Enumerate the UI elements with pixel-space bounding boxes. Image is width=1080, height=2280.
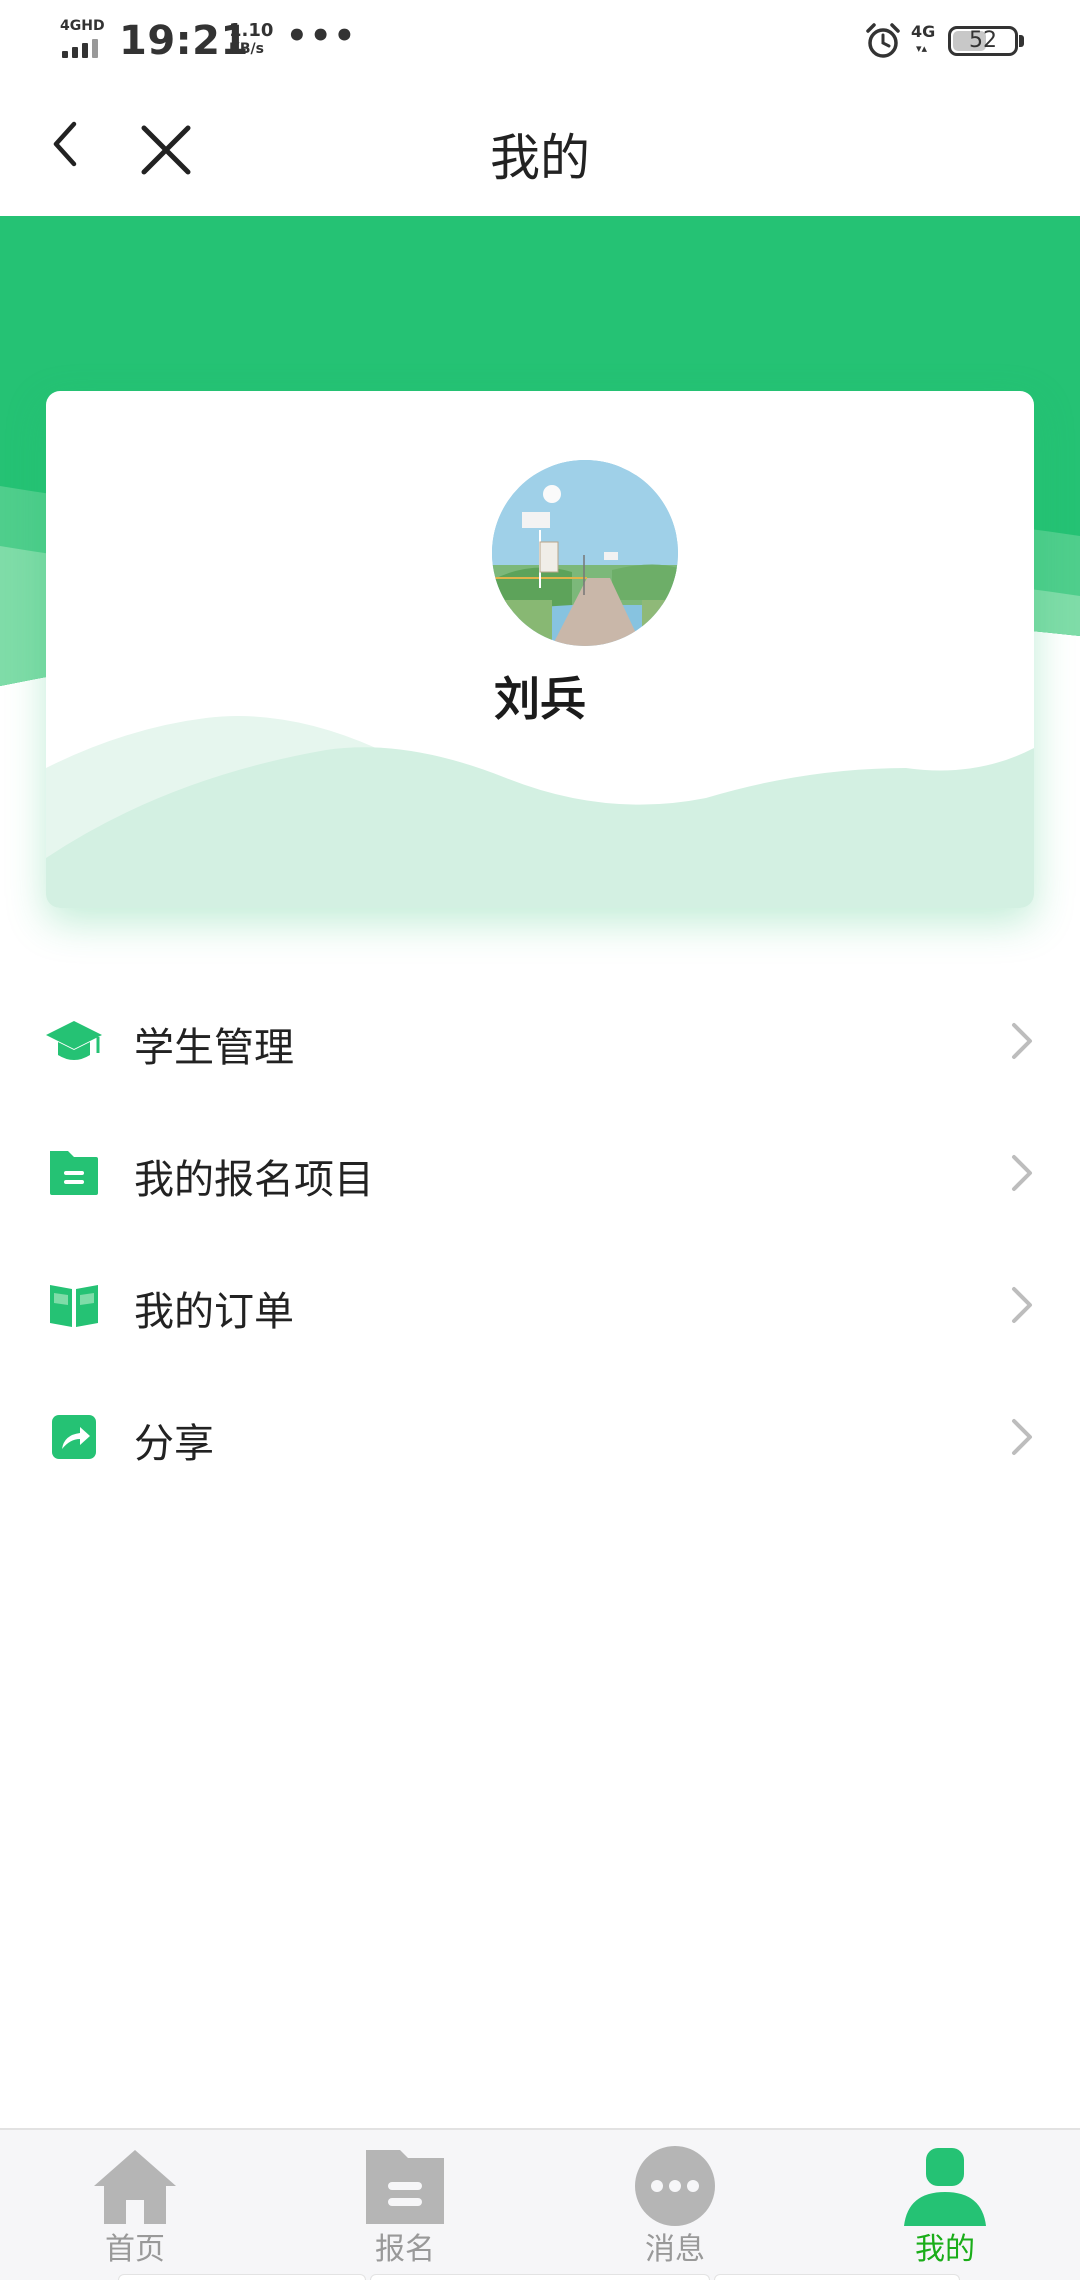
user-name: 刘兵 <box>494 672 586 726</box>
home-icon <box>94 2150 176 2224</box>
close-icon[interactable] <box>136 120 196 180</box>
tab-mine[interactable]: 我的 <box>810 2130 1080 2280</box>
page-title: 我的 <box>490 129 590 187</box>
network-speed: 1.10 KB/s <box>229 20 274 58</box>
chevron-right-icon <box>1012 1155 1032 1191</box>
tab-home[interactable]: 首页 <box>0 2130 270 2280</box>
network-type: 4GHD <box>60 18 105 34</box>
battery-tip <box>1019 35 1024 47</box>
menu-item-share[interactable]: 分享 <box>0 1371 1080 1503</box>
card-wave-decoration <box>46 716 1034 908</box>
cellular-signal-icon: 4GHD <box>60 18 106 58</box>
menu-item-my-registrations[interactable]: 我的报名项目 <box>0 1107 1080 1239</box>
tab-messages[interactable]: 消息 <box>540 2130 810 2280</box>
home-indicator-segment <box>370 2274 710 2280</box>
menu-item-label: 我的报名项目 <box>134 1157 374 1203</box>
document-icon <box>50 1151 98 1195</box>
network-type-right: 4G <box>911 22 936 41</box>
battery-level: 52 <box>969 28 997 53</box>
bottom-tab-bar: 首页 报名 消息 我的 <box>0 2128 1080 2280</box>
menu-item-label: 我的订单 <box>134 1289 294 1335</box>
home-indicator-segment <box>118 2274 366 2280</box>
chevron-right-icon <box>1012 1287 1032 1323</box>
alarm-icon <box>866 23 900 58</box>
tab-registration[interactable]: 报名 <box>270 2130 540 2280</box>
profile-card: 刘兵 <box>46 391 1034 908</box>
tab-label: 消息 <box>645 2232 705 2267</box>
home-indicator-segment <box>714 2274 960 2280</box>
graduation-cap-icon <box>46 1021 102 1060</box>
menu-item-label: 分享 <box>134 1421 214 1467</box>
user-icon <box>904 2148 986 2226</box>
chat-icon <box>635 2146 715 2226</box>
chevron-right-icon <box>1012 1023 1032 1059</box>
avatar[interactable] <box>492 460 678 646</box>
menu-item-label: 学生管理 <box>134 1025 294 1071</box>
navigation-bar: 我的 <box>0 84 1080 216</box>
avatar-photo <box>492 460 678 646</box>
share-icon <box>52 1415 96 1459</box>
menu-item-my-orders[interactable]: 我的订单 <box>0 1239 1080 1371</box>
tab-label: 报名 <box>375 2232 435 2267</box>
menu-item-student-management[interactable]: 学生管理 <box>0 975 1080 1107</box>
clipboard-icon <box>366 2150 444 2224</box>
data-arrows-icon: ▾▴ <box>916 42 928 55</box>
book-icon <box>50 1285 98 1327</box>
chevron-right-icon <box>1012 1419 1032 1455</box>
tab-label: 首页 <box>105 2232 165 2267</box>
more-notifications-icon: ••• <box>286 16 358 56</box>
chevron-left-icon[interactable] <box>40 114 100 174</box>
battery-icon: 52 <box>948 26 1018 56</box>
status-bar: 4GHD 19:21 1.10 KB/s ••• 4G ▾▴ 52 <box>0 0 1080 84</box>
tab-label: 我的 <box>915 2232 975 2267</box>
